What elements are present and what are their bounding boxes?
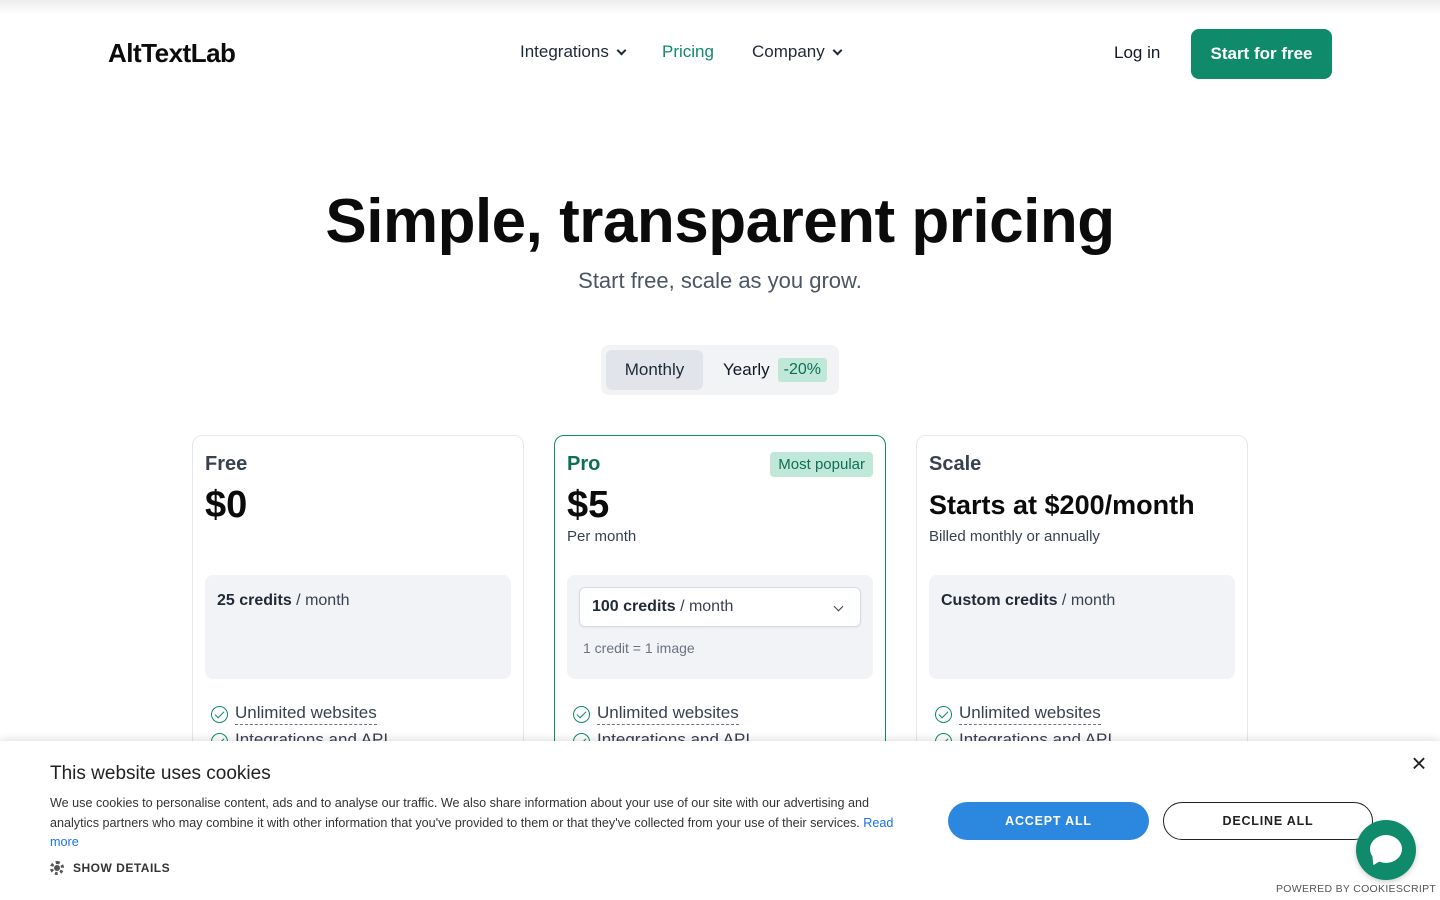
gear-icon: [50, 861, 64, 875]
check-circle-icon: [211, 705, 228, 723]
show-details-button[interactable]: SHOW DETAILS: [50, 861, 170, 875]
credit-note: 1 credit = 1 image: [583, 640, 695, 656]
chevron-down-icon: [616, 45, 627, 55]
plan-price: $5: [567, 484, 610, 526]
plan-price: $0: [205, 484, 248, 526]
credits-period: / month: [1061, 592, 1116, 609]
billing-monthly-option[interactable]: Monthly: [606, 350, 703, 390]
credits-box: 100 credits / month 1 credit = 1 image: [567, 575, 873, 679]
cookie-description: We use cookies to personalise content, a…: [50, 794, 900, 853]
credits-text: Custom credits / month: [941, 592, 1115, 610]
discount-badge: -20%: [777, 358, 827, 382]
feature-item: Unlimited websites: [211, 703, 377, 725]
credits-select[interactable]: 100 credits / month: [579, 587, 861, 627]
login-link[interactable]: Log in: [1114, 43, 1160, 63]
feature-label[interactable]: Unlimited websites: [597, 703, 739, 725]
credits-amount: Custom credits: [941, 592, 1058, 609]
cookie-text: We use cookies to personalise content, a…: [50, 796, 870, 830]
plan-price-subtext: Per month: [567, 528, 637, 545]
plan-name: Scale: [929, 453, 982, 475]
cookie-title: This website uses cookies: [50, 763, 271, 784]
nav-company-label: Company: [752, 42, 825, 61]
plan-name: Pro: [567, 453, 601, 475]
most-popular-badge: Most popular: [770, 452, 873, 477]
billing-yearly-option[interactable]: Yearly -20%: [723, 350, 827, 390]
nav-company[interactable]: Company: [752, 42, 852, 62]
credits-text: 25 credits / month: [217, 592, 350, 610]
plan-price: Starts at $200/month: [929, 490, 1195, 520]
credits-amount: 100 credits: [592, 598, 676, 615]
credits-box: 25 credits / month: [205, 575, 511, 679]
feature-label[interactable]: Unlimited websites: [235, 703, 377, 725]
credits-box: Custom credits / month: [929, 575, 1235, 679]
accept-all-button[interactable]: ACCEPT ALL: [948, 802, 1149, 840]
credits-amount: 25 credits: [217, 592, 292, 609]
cookie-banner: This website uses cookies We use cookies…: [0, 741, 1440, 900]
chevron-down-icon: [832, 45, 843, 55]
plan-name: Free: [205, 453, 248, 475]
nav-integrations-label: Integrations: [520, 42, 609, 61]
feature-label[interactable]: Unlimited websites: [959, 703, 1101, 725]
billing-yearly-label: Yearly: [723, 360, 770, 379]
powered-by-text[interactable]: POWERED BY COOKIESCRIPT: [1276, 883, 1436, 895]
nav-pricing-label: Pricing: [662, 42, 714, 61]
credits-text: 100 credits / month: [592, 598, 733, 616]
decline-all-button[interactable]: DECLINE ALL: [1163, 802, 1373, 840]
nav-integrations[interactable]: Integrations: [520, 42, 640, 62]
check-circle-icon: [573, 705, 590, 723]
nav-shadow: [0, 0, 1440, 14]
credits-period: / month: [296, 592, 350, 609]
nav-pricing[interactable]: Pricing: [662, 42, 722, 62]
feature-item: Unlimited websites: [935, 703, 1101, 725]
start-for-free-button[interactable]: Start for free: [1191, 29, 1332, 79]
plan-card-free: Free $0 25 credits / month Unlimited web…: [192, 435, 524, 775]
site-logo[interactable]: AltTextLab: [108, 38, 236, 69]
top-navigation: AltTextLab Integrations Pricing Company …: [0, 0, 1440, 108]
page-subtitle: Start free, scale as you grow.: [578, 268, 862, 293]
credits-period: / month: [680, 598, 734, 615]
feature-item: Unlimited websites: [573, 703, 739, 725]
plan-price-subtext: Billed monthly or annually: [929, 528, 1100, 545]
check-circle-icon: [935, 705, 952, 723]
plan-card-pro: Pro Most popular $5 Per month 100 credit…: [554, 435, 886, 775]
chat-launcher-button[interactable]: [1356, 820, 1416, 880]
close-icon[interactable]: ×: [1408, 749, 1430, 777]
chevron-down-icon: [833, 601, 844, 612]
billing-toggle: Monthly Yearly -20%: [601, 345, 839, 395]
show-details-label: SHOW DETAILS: [73, 861, 171, 875]
plan-card-scale: Scale Starts at $200/month Billed monthl…: [916, 435, 1248, 775]
page-title: Simple, transparent pricing: [325, 187, 1115, 256]
